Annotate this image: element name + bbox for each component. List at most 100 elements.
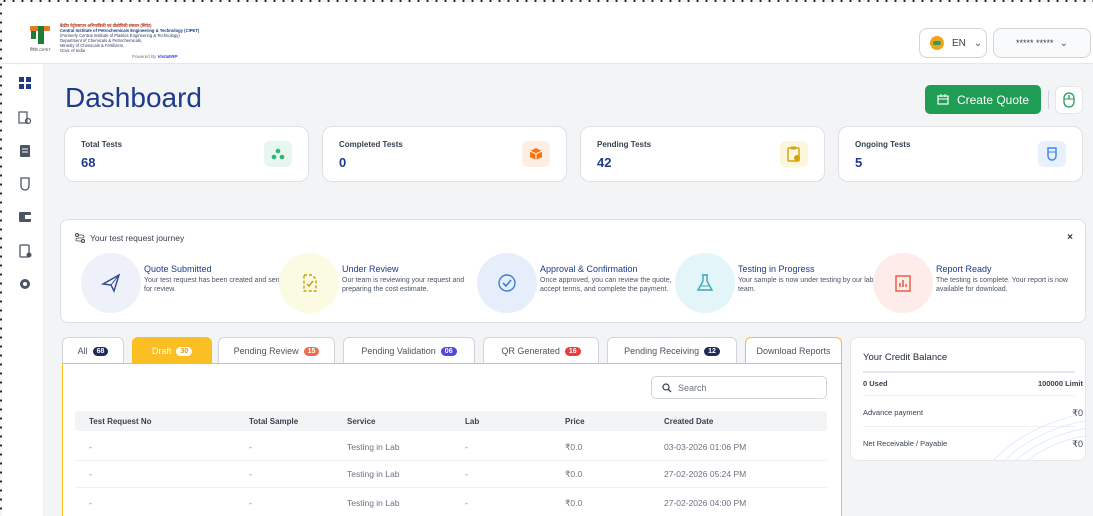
status-tabs: All 68 Draft 30 Pending Review 15 Pendin…	[62, 337, 842, 364]
credit-usage-row: 0 Used 100000 Limit	[863, 379, 1083, 388]
powered-by: Powered By VistaERP	[132, 54, 178, 59]
step-desc: Your test request has been created and s…	[144, 277, 282, 293]
user-name: ***** *****	[1016, 38, 1054, 48]
journey-step-quote-submitted: Quote Submitted Your test request has be…	[81, 253, 282, 313]
step-desc: The testing is complete. Your report is …	[936, 277, 1068, 293]
quote-icon	[937, 94, 949, 105]
step-title: Quote Submitted	[144, 264, 212, 274]
cell-price: ₹0.0	[565, 469, 583, 479]
report-check-icon[interactable]	[18, 244, 32, 258]
org-name-block: केंद्रीय पेट्रोरसायन अभियांत्रिकी एवं प्…	[60, 23, 200, 53]
sidebar	[2, 64, 44, 516]
cell-lab: -	[465, 498, 468, 508]
count-badge: 16	[564, 346, 581, 356]
column-header[interactable]: Test Request No	[89, 417, 152, 426]
flask-icon	[675, 253, 735, 313]
header-divider	[1048, 90, 1049, 109]
credit-divider	[863, 395, 1075, 396]
wallet-icon[interactable]	[18, 210, 32, 224]
stat-card-total[interactable]: Total Tests 68	[64, 126, 309, 182]
credit-limit: 100000 Limit	[1037, 379, 1083, 388]
cell-created-date: 27-02-2026 05:24 PM	[664, 469, 747, 479]
journey-step-report-ready: Report Ready The testing is complete. Yo…	[873, 253, 1073, 313]
search-input[interactable]: Search	[651, 376, 827, 399]
search-placeholder: Search	[678, 382, 707, 393]
create-quote-button[interactable]: Create Quote	[925, 85, 1041, 114]
requests-table-panel: Search Test Request No Total Sample Serv…	[62, 363, 842, 516]
stat-label: Total Tests	[81, 140, 123, 149]
close-icon[interactable]: ×	[1067, 232, 1073, 243]
journey-panel: Your test request journey × Quote Submit…	[60, 219, 1086, 323]
stat-label: Ongoing Tests	[855, 140, 911, 149]
journey-step-testing: Testing in Progress Your sample is now u…	[675, 253, 875, 313]
chevron-down-icon: ⌄	[973, 37, 983, 49]
credit-usage-bar	[863, 371, 1075, 373]
row-divider	[75, 487, 827, 488]
step-title: Under Review	[342, 264, 399, 274]
column-header[interactable]: Created Date	[664, 417, 713, 426]
settings-gear-icon[interactable]	[18, 277, 32, 291]
cell-service: Testing in Lab	[347, 498, 400, 508]
count-badge: 06	[440, 346, 457, 356]
cell-price: ₹0.0	[565, 442, 583, 452]
stat-value: 0	[339, 155, 347, 170]
clipboard-clock-icon	[780, 141, 808, 167]
tab-pending-receiving[interactable]: Pending Receiving 12	[607, 337, 737, 364]
cell-created-date: 27-02-2026 04:00 PM	[664, 498, 747, 508]
tab-pending-validation[interactable]: Pending Validation 06	[343, 337, 475, 364]
cell-lab: -	[465, 469, 468, 479]
count-badge: 30	[176, 346, 193, 356]
column-header[interactable]: Lab	[465, 417, 479, 426]
language-selector[interactable]: EN ⌄	[919, 28, 987, 58]
stat-label: Pending Tests	[597, 140, 652, 149]
cipet-logo[interactable]	[28, 22, 52, 46]
count-badge: 12	[704, 346, 720, 356]
cell-request-no: -	[89, 498, 92, 508]
tab-qr-generated[interactable]: QR Generated 16	[483, 337, 599, 364]
cell-service: Testing in Lab	[347, 442, 400, 452]
stat-card-pending[interactable]: Pending Tests 42	[580, 126, 825, 182]
table-header: Test Request No Total Sample Service Lab…	[75, 411, 827, 431]
org-line6: Govt. of India	[60, 48, 85, 53]
count-badge: 68	[92, 346, 109, 356]
cell-total-sample: -	[249, 442, 252, 452]
test-search-icon[interactable]	[18, 111, 32, 125]
cell-lab: -	[465, 442, 468, 452]
chevron-down-icon: ⌄	[1059, 37, 1068, 49]
credit-balance-card: Your Credit Balance 0 Used 100000 Limit …	[850, 337, 1086, 461]
tab-pending-review[interactable]: Pending Review 15	[218, 337, 335, 364]
top-header: सिपेट CIPET केंद्रीय पेट्रोरसायन अभियांत…	[2, 2, 1093, 64]
credit-title: Your Credit Balance	[863, 352, 948, 363]
dashboard-icon[interactable]	[18, 76, 32, 90]
step-desc: Your sample is now under testing by our …	[738, 277, 874, 293]
document-list-icon[interactable]	[18, 144, 32, 158]
stat-card-ongoing[interactable]: Ongoing Tests 5	[838, 126, 1083, 182]
column-header[interactable]: Service	[347, 417, 375, 426]
stat-card-completed[interactable]: Completed Tests 0	[322, 126, 567, 182]
journey-step-approval: Approval & Confirmation Once approved, y…	[477, 253, 677, 313]
report-chart-icon	[873, 253, 933, 313]
search-icon	[662, 382, 672, 392]
row-divider	[75, 460, 827, 461]
step-title: Approval & Confirmation	[540, 264, 638, 274]
stat-label: Completed Tests	[339, 140, 403, 149]
column-header[interactable]: Total Sample	[249, 417, 298, 426]
logo-sublabel: सिपेट CIPET	[30, 47, 51, 52]
cell-request-no: -	[89, 442, 92, 452]
decorative-wave	[993, 412, 1085, 460]
mouse-button[interactable]	[1055, 86, 1083, 114]
cipet-logo-mark	[28, 22, 52, 46]
credit-used: 0 Used	[863, 379, 888, 388]
tab-draft[interactable]: Draft 30	[132, 337, 212, 364]
user-menu[interactable]: ***** ***** ⌄	[993, 28, 1091, 58]
page-title: Dashboard	[65, 82, 202, 113]
send-icon	[81, 253, 141, 313]
test-tube-icon[interactable]	[18, 177, 32, 191]
stat-value: 42	[597, 155, 612, 170]
column-header[interactable]: Price	[565, 417, 585, 426]
tab-all[interactable]: All 68	[62, 337, 124, 364]
journey-title: Your test request journey	[75, 233, 184, 243]
mouse-icon	[1063, 92, 1075, 108]
step-title: Testing in Progress	[738, 264, 815, 274]
tab-download-reports[interactable]: Download Reports	[745, 337, 842, 364]
